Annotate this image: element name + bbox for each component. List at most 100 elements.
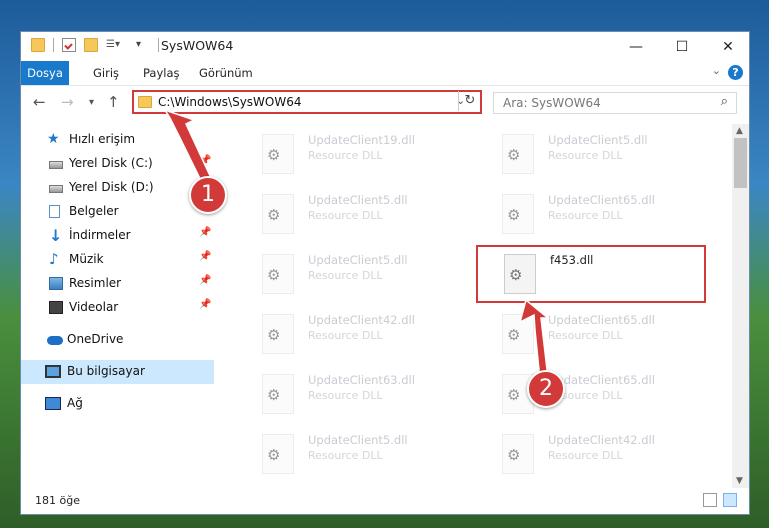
tab-share[interactable]: Paylaş xyxy=(133,61,190,85)
maximize-button[interactable]: ☐ xyxy=(659,32,705,61)
pin-icon[interactable]: 📌 xyxy=(199,227,211,238)
ribbon-expand-icon[interactable]: ⌄ xyxy=(712,64,721,77)
file-name: UpdateClient42.dll xyxy=(548,433,655,447)
status-bar: 181 öğe xyxy=(21,488,749,514)
list-item[interactable]: ⚙ UpdateClient5.dll Resource DLL xyxy=(256,250,481,310)
sidebar-item-quick-access[interactable]: ★ Hızlı erişim xyxy=(21,128,214,152)
list-item[interactable]: ⚙ UpdateClient65.dll Resource DLL xyxy=(496,190,721,250)
customize-toolbar-icon[interactable]: ☰▾ xyxy=(106,38,128,52)
file-name: UpdateClient42.dll xyxy=(308,313,415,327)
tab-file[interactable]: Dosya xyxy=(21,61,69,85)
quick-access-toolbar: ☰▾ ▾ xyxy=(31,38,167,52)
forward-arrow-icon[interactable]: → xyxy=(61,93,74,111)
sidebar-item-label: Hızlı erişim xyxy=(69,132,136,146)
search-placeholder: Ara: SysWOW64 xyxy=(503,96,601,110)
gear-icon: ⚙ xyxy=(267,326,281,344)
pin-icon[interactable]: 📌 xyxy=(199,251,211,262)
sidebar-item-this-pc[interactable]: Bu bilgisayar xyxy=(21,360,214,384)
download-icon: ↓ xyxy=(49,226,63,245)
file-type: Resource DLL xyxy=(548,209,623,222)
address-path[interactable]: C:\Windows\SysWOW64 xyxy=(158,95,302,109)
pictures-icon xyxy=(49,277,63,290)
sidebar-item-label: OneDrive xyxy=(67,332,124,346)
list-item[interactable]: ⚙ UpdateClient65.dll Resource DLL xyxy=(496,310,721,370)
recent-locations-icon[interactable]: ▾ xyxy=(89,97,94,108)
scrollbar-thumb[interactable] xyxy=(734,138,747,188)
item-count: 181 öğe xyxy=(35,494,80,507)
file-name: UpdateClient5.dll xyxy=(308,433,408,447)
file-type: Resource DLL xyxy=(308,329,383,342)
file-name: UpdateClient65.dll xyxy=(548,313,655,327)
list-item[interactable]: ⚙ UpdateClient63.dll Resource DLL xyxy=(256,370,481,430)
file-type: Resource DLL xyxy=(308,389,383,402)
list-item[interactable]: ⚙ UpdateClient19.dll Resource DLL xyxy=(256,130,481,190)
gear-icon: ⚙ xyxy=(507,206,521,224)
pin-icon[interactable]: 📌 xyxy=(199,155,211,166)
star-icon: ★ xyxy=(47,131,60,147)
list-item[interactable]: ⚙ UpdateClient42.dll Resource DLL xyxy=(496,430,721,490)
large-icons-view-icon[interactable] xyxy=(723,493,737,507)
drive-icon xyxy=(49,161,63,169)
up-arrow-icon[interactable]: ↑ xyxy=(107,93,120,111)
sidebar-item-label: Bu bilgisayar xyxy=(67,364,145,378)
step-badge-2: 2 xyxy=(527,370,565,408)
scroll-down-icon[interactable]: ▼ xyxy=(736,476,743,486)
scroll-up-icon[interactable]: ▲ xyxy=(736,126,743,136)
list-item[interactable]: ⚙ UpdateClient5.dll Resource DLL xyxy=(256,430,481,490)
gear-icon: ⚙ xyxy=(267,146,281,164)
search-icon[interactable]: ⌕ xyxy=(721,94,728,109)
file-type: Resource DLL xyxy=(308,269,383,282)
toolbar-dropdown-icon[interactable]: ▾ xyxy=(136,38,150,52)
sidebar-item-music[interactable]: ♪ Müzik 📌 xyxy=(21,248,214,272)
gear-icon: ⚙ xyxy=(507,446,521,464)
window-title: SysWOW64 xyxy=(161,38,234,53)
vertical-scrollbar[interactable]: ▲ ▼ xyxy=(732,124,749,488)
sidebar-item-videos[interactable]: Videolar 📌 xyxy=(21,296,214,320)
list-item[interactable]: ⚙ UpdateClient5.dll Resource DLL xyxy=(496,130,721,190)
folder-icon xyxy=(138,96,152,108)
pin-icon[interactable]: 📌 xyxy=(199,299,211,310)
sidebar-item-drive-d[interactable]: Yerel Disk (D:) xyxy=(21,176,214,200)
highlight-box-target-file xyxy=(476,245,706,303)
gear-icon: ⚙ xyxy=(507,386,521,404)
properties-icon[interactable] xyxy=(62,38,76,52)
sidebar-item-drive-c[interactable]: Yerel Disk (C:) 📌 xyxy=(21,152,214,176)
address-bar[interactable]: C:\Windows\SysWOW64 ⌄ xyxy=(132,90,482,114)
gear-icon: ⚙ xyxy=(507,326,521,344)
tab-home[interactable]: Giriş xyxy=(83,61,129,85)
list-item[interactable]: ⚙ UpdateClient5.dll Resource DLL xyxy=(256,190,481,250)
sidebar-item-label: Müzik xyxy=(69,252,104,266)
sidebar-item-documents[interactable]: Belgeler xyxy=(21,200,214,224)
separator xyxy=(53,38,54,52)
cloud-icon xyxy=(47,336,63,345)
network-icon xyxy=(45,397,61,410)
tab-view[interactable]: Görünüm xyxy=(189,61,263,85)
file-type: Resource DLL xyxy=(308,209,383,222)
file-type: Resource DLL xyxy=(548,329,623,342)
file-name: UpdateClient63.dll xyxy=(308,373,415,387)
minimize-button[interactable]: — xyxy=(613,32,659,61)
sidebar-item-label: Videolar xyxy=(69,300,119,314)
file-type: Resource DLL xyxy=(308,149,383,162)
sidebar-item-downloads[interactable]: ↓ İndirmeler 📌 xyxy=(21,224,214,248)
sidebar-item-label: Ağ xyxy=(67,396,83,410)
sidebar-item-label: Resimler xyxy=(69,276,122,290)
sidebar-item-onedrive[interactable]: OneDrive xyxy=(21,328,214,352)
sidebar-item-pictures[interactable]: Resimler 📌 xyxy=(21,272,214,296)
navigation-pane: ★ Hızlı erişim Yerel Disk (C:) 📌 Yerel D… xyxy=(21,124,214,484)
new-folder-icon[interactable] xyxy=(84,38,98,52)
help-icon[interactable]: ? xyxy=(728,65,743,80)
search-input[interactable]: Ara: SysWOW64 ⌕ xyxy=(493,92,737,114)
ribbon-tabs: Dosya Giriş Paylaş Görünüm ⌄ ? xyxy=(21,61,749,86)
details-view-icon[interactable] xyxy=(703,493,717,507)
list-item[interactable]: ⚙ UpdateClient42.dll Resource DLL xyxy=(256,310,481,370)
music-icon: ♪ xyxy=(49,250,59,268)
back-arrow-icon[interactable]: ← xyxy=(33,93,46,111)
file-type: Resource DLL xyxy=(308,449,383,462)
file-name: UpdateClient65.dll xyxy=(548,193,655,207)
pin-icon[interactable]: 📌 xyxy=(199,275,211,286)
close-button[interactable]: ✕ xyxy=(705,32,749,61)
gear-icon: ⚙ xyxy=(267,266,281,284)
refresh-icon[interactable]: ↻ xyxy=(458,91,481,111)
sidebar-item-network[interactable]: Ağ xyxy=(21,392,214,416)
